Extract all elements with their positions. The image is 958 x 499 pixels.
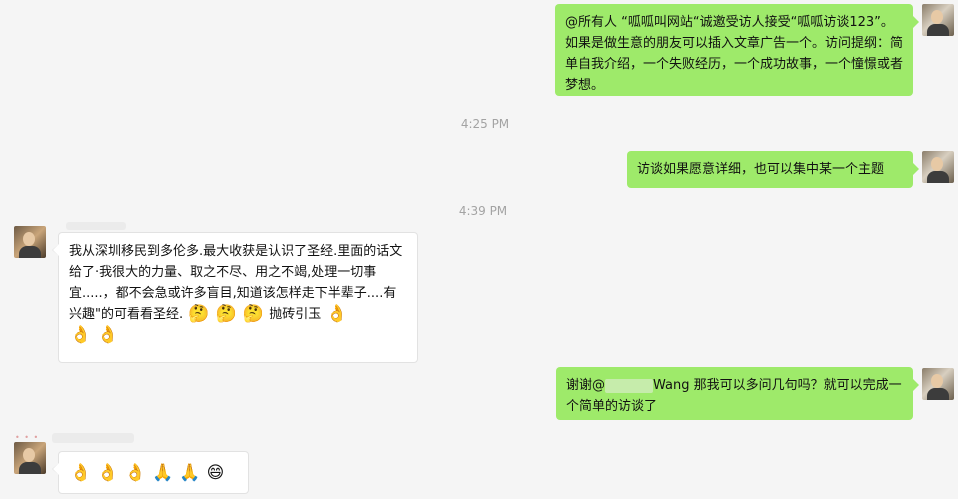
avatar[interactable] bbox=[922, 4, 954, 36]
grinning-face-emoji-icon: 😄 bbox=[206, 463, 225, 483]
praying-hands-emoji-icon: 🙏 bbox=[151, 463, 174, 483]
chat-window: @所有人 “呱呱叫网站“诚邀受访人接受“呱呱访谈123”。如果是做生意的朋友可以… bbox=[0, 0, 958, 499]
ok-hand-emoji-icon: 👌 bbox=[70, 325, 92, 345]
sender-decoration-icon: • • • bbox=[15, 433, 40, 442]
message-text: @所有人 “呱呱叫网站“诚邀受访人接受“呱呱访谈123”。如果是做生意的朋友可以… bbox=[565, 15, 904, 93]
avatar[interactable] bbox=[14, 442, 46, 474]
thinking-emoji-icon: 🤔 bbox=[242, 304, 265, 324]
sender-name-redacted bbox=[52, 433, 134, 443]
message-bubble-outgoing[interactable]: @所有人 “呱呱叫网站“诚邀受访人接受“呱呱访谈123”。如果是做生意的朋友可以… bbox=[555, 4, 919, 96]
ok-hand-emoji-icon: 👌 bbox=[97, 463, 119, 483]
ok-hand-emoji-icon: 👌 bbox=[326, 304, 348, 324]
timestamp: 4:25 PM bbox=[460, 117, 510, 131]
avatar[interactable] bbox=[922, 151, 954, 183]
sender-name-redacted bbox=[66, 222, 126, 230]
avatar[interactable] bbox=[922, 368, 954, 400]
message-bubble-incoming[interactable]: 👌 👌 👌 🙏 🙏 😄 bbox=[52, 451, 249, 494]
ok-hand-emoji-icon: 👌 bbox=[70, 463, 92, 483]
redacted-name bbox=[605, 378, 654, 393]
thinking-emoji-icon: 🤔 bbox=[188, 304, 210, 324]
message-bubble-outgoing[interactable]: 访谈如果愿意详细，也可以集中某一个主题 bbox=[627, 151, 919, 188]
timestamp: 4:39 PM bbox=[458, 204, 508, 218]
avatar[interactable] bbox=[14, 226, 46, 258]
message-bubble-outgoing[interactable]: 谢谢@ Wang 那我可以多问几句吗？就可以完成一个简单的访谈了 bbox=[556, 367, 919, 420]
praying-hands-emoji-icon: 🙏 bbox=[179, 463, 201, 483]
thinking-emoji-icon: 🤔 bbox=[215, 304, 237, 324]
ok-hand-emoji-icon: 👌 bbox=[97, 325, 119, 345]
message-text-before: 谢谢@ bbox=[566, 378, 606, 393]
message-text: 访谈如果愿意详细，也可以集中某一个主题 bbox=[637, 162, 885, 177]
message-bubble-incoming[interactable]: 我从深圳移民到多伦多.最大收获是认识了圣经.里面的话文给了·我很大的力量、取之不… bbox=[52, 232, 418, 363]
message-tail-text: 抛砖引玉 bbox=[269, 307, 322, 322]
ok-hand-emoji-icon: 👌 bbox=[124, 463, 146, 483]
